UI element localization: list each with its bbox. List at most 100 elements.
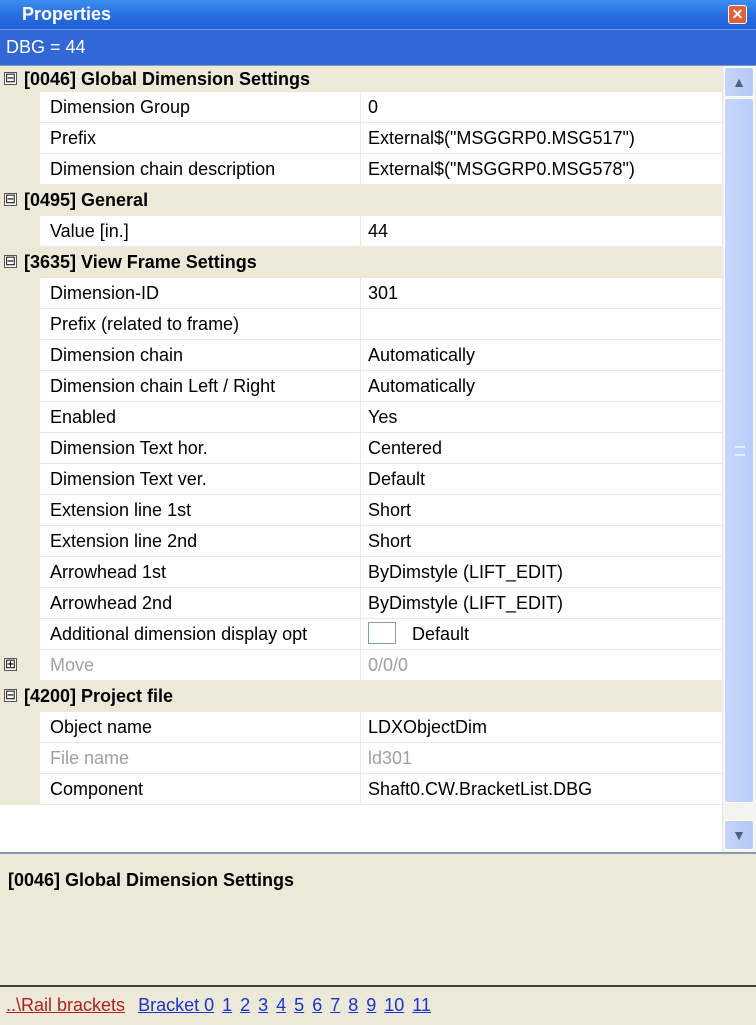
category-header[interactable]: ⊟ [0495] General [0, 185, 722, 216]
row-gutter [0, 340, 40, 371]
property-row[interactable]: Prefix (related to frame) [0, 309, 722, 340]
property-row[interactable]: Enabled Yes [0, 402, 722, 433]
property-row[interactable]: Prefix External$("MSGGRP0.MSG517") [0, 123, 722, 154]
property-row[interactable]: Component Shaft0.CW.BracketList.DBG [0, 774, 722, 805]
option-swatch[interactable] [368, 622, 396, 645]
property-value[interactable]: ld301 [368, 748, 412, 769]
property-row[interactable]: Dimension Text hor. Centered [0, 433, 722, 464]
category-label: [0046] Global Dimension Settings [24, 69, 311, 89]
property-value[interactable]: 301 [368, 283, 398, 304]
expand-icon[interactable]: ⊞ [4, 657, 17, 671]
property-row[interactable]: Dimension chain Automatically [0, 340, 722, 371]
property-name: Dimension Text hor. [50, 438, 208, 458]
bracket-number-link[interactable]: 5 [294, 995, 304, 1015]
column-divider[interactable] [360, 92, 361, 123]
row-gutter [0, 216, 40, 247]
bracket-number-link[interactable]: 7 [330, 995, 340, 1015]
property-row[interactable]: Extension line 1st Short [0, 495, 722, 526]
column-divider[interactable] [360, 774, 361, 805]
property-value[interactable]: External$("MSGGRP0.MSG517") [368, 128, 635, 149]
bracket-number-link[interactable]: 2 [240, 995, 250, 1015]
bracket-number-link[interactable]: 8 [348, 995, 358, 1015]
column-divider[interactable] [360, 371, 361, 402]
column-divider[interactable] [360, 557, 361, 588]
title-bar: Properties ✕ [0, 0, 756, 29]
column-divider[interactable] [360, 340, 361, 371]
property-value[interactable]: LDXObjectDim [368, 717, 487, 738]
navigation-bar: ..\Rail brackets Bracket 0 1 2 3 4 5 6 7 8 9 10 11 [0, 985, 756, 1025]
category-header[interactable]: ⊟ [3635] View Frame Settings [0, 247, 722, 278]
property-value[interactable]: 0/0/0 [368, 655, 408, 676]
property-value[interactable]: Yes [368, 407, 397, 428]
bracket-number-link[interactable]: 9 [366, 995, 376, 1015]
column-divider[interactable] [360, 588, 361, 619]
column-divider[interactable] [360, 216, 361, 247]
vertical-scrollbar[interactable]: ▲ ▼ [722, 66, 756, 852]
column-divider[interactable] [360, 526, 361, 557]
bracket-number-link[interactable]: 4 [276, 995, 286, 1015]
row-gutter [0, 309, 40, 340]
category-label: [0495] General [24, 190, 149, 210]
property-row[interactable]: Dimension Group 0 [0, 92, 722, 123]
scroll-thumb[interactable] [724, 98, 754, 803]
property-row[interactable]: File name ld301 [0, 743, 722, 774]
property-row[interactable]: Dimension-ID 301 [0, 278, 722, 309]
property-value[interactable]: Automatically [368, 345, 475, 366]
close-icon[interactable]: ✕ [728, 5, 747, 24]
column-divider[interactable] [360, 309, 361, 340]
property-name: Dimension-ID [50, 283, 160, 303]
column-divider[interactable] [360, 433, 361, 464]
property-row[interactable]: Arrowhead 2nd ByDimstyle (LIFT_EDIT) [0, 588, 722, 619]
property-value[interactable]: 44 [368, 221, 388, 242]
property-row[interactable]: Dimension Text ver. Default [0, 464, 722, 495]
column-divider[interactable] [360, 278, 361, 309]
column-divider[interactable] [360, 619, 361, 650]
property-value[interactable]: ByDimstyle (LIFT_EDIT) [368, 593, 563, 614]
property-row[interactable]: Dimension chain description External$("MS… [0, 154, 722, 185]
bracket-number-link[interactable]: 10 [384, 995, 404, 1015]
property-value[interactable]: Short [368, 500, 411, 521]
property-value[interactable]: Centered [368, 438, 442, 459]
collapse-icon[interactable]: ⊟ [4, 71, 17, 85]
scroll-down-button[interactable]: ▼ [724, 820, 754, 850]
property-row[interactable]: Dimension chain Left / Right Automaticall… [0, 371, 722, 402]
property-row[interactable]: Extension line 2nd Short [0, 526, 722, 557]
column-divider[interactable] [360, 402, 361, 433]
property-value[interactable]: Shaft0.CW.BracketList.DBG [368, 779, 592, 800]
property-row[interactable]: Value [in.] 44 [0, 216, 722, 247]
property-row[interactable]: Object name LDXObjectDim [0, 712, 722, 743]
property-value[interactable]: Default [368, 622, 469, 646]
collapse-icon[interactable]: ⊟ [4, 688, 17, 702]
collapse-icon[interactable]: ⊟ [4, 192, 17, 206]
property-value[interactable]: Automatically [368, 376, 475, 397]
column-divider[interactable] [360, 495, 361, 526]
column-divider[interactable] [360, 123, 361, 154]
property-row[interactable]: Arrowhead 1st ByDimstyle (LIFT_EDIT) [0, 557, 722, 588]
property-value[interactable]: Default [368, 469, 425, 490]
property-row[interactable]: Additional dimension display opt Default [0, 619, 722, 650]
property-value[interactable]: Short [368, 531, 411, 552]
column-divider[interactable] [360, 154, 361, 185]
column-divider[interactable] [360, 743, 361, 774]
bracket-number-link[interactable]: 11 [412, 995, 431, 1015]
bracket-number-link[interactable]: 3 [258, 995, 268, 1015]
property-value[interactable]: 0 [368, 97, 378, 118]
column-divider[interactable] [360, 464, 361, 495]
category-header[interactable]: ⊟ [0046] Global Dimension Settings [0, 66, 722, 92]
property-row[interactable]: ⊞ Move 0/0/0 [0, 650, 722, 681]
category-header[interactable]: ⊟ [4200] Project file [0, 681, 722, 712]
bracket-number-link[interactable]: 1 [222, 995, 232, 1015]
property-value[interactable]: ByDimstyle (LIFT_EDIT) [368, 562, 563, 583]
collapse-icon[interactable]: ⊟ [4, 254, 17, 268]
property-name: Dimension Group [50, 97, 191, 117]
description-panel: [0046] Global Dimension Settings [0, 852, 756, 985]
property-value[interactable]: External$("MSGGRP0.MSG578") [368, 159, 635, 180]
bracket-number-link[interactable]: 6 [312, 995, 322, 1015]
scroll-up-button[interactable]: ▲ [724, 67, 754, 97]
bracket-0-link[interactable]: Bracket 0 [138, 995, 214, 1015]
column-divider[interactable] [360, 712, 361, 743]
row-gutter [0, 526, 40, 557]
property-name: Prefix (related to frame) [50, 314, 240, 334]
breadcrumb-link[interactable]: ..\Rail brackets [6, 995, 125, 1015]
column-divider[interactable] [360, 650, 361, 681]
